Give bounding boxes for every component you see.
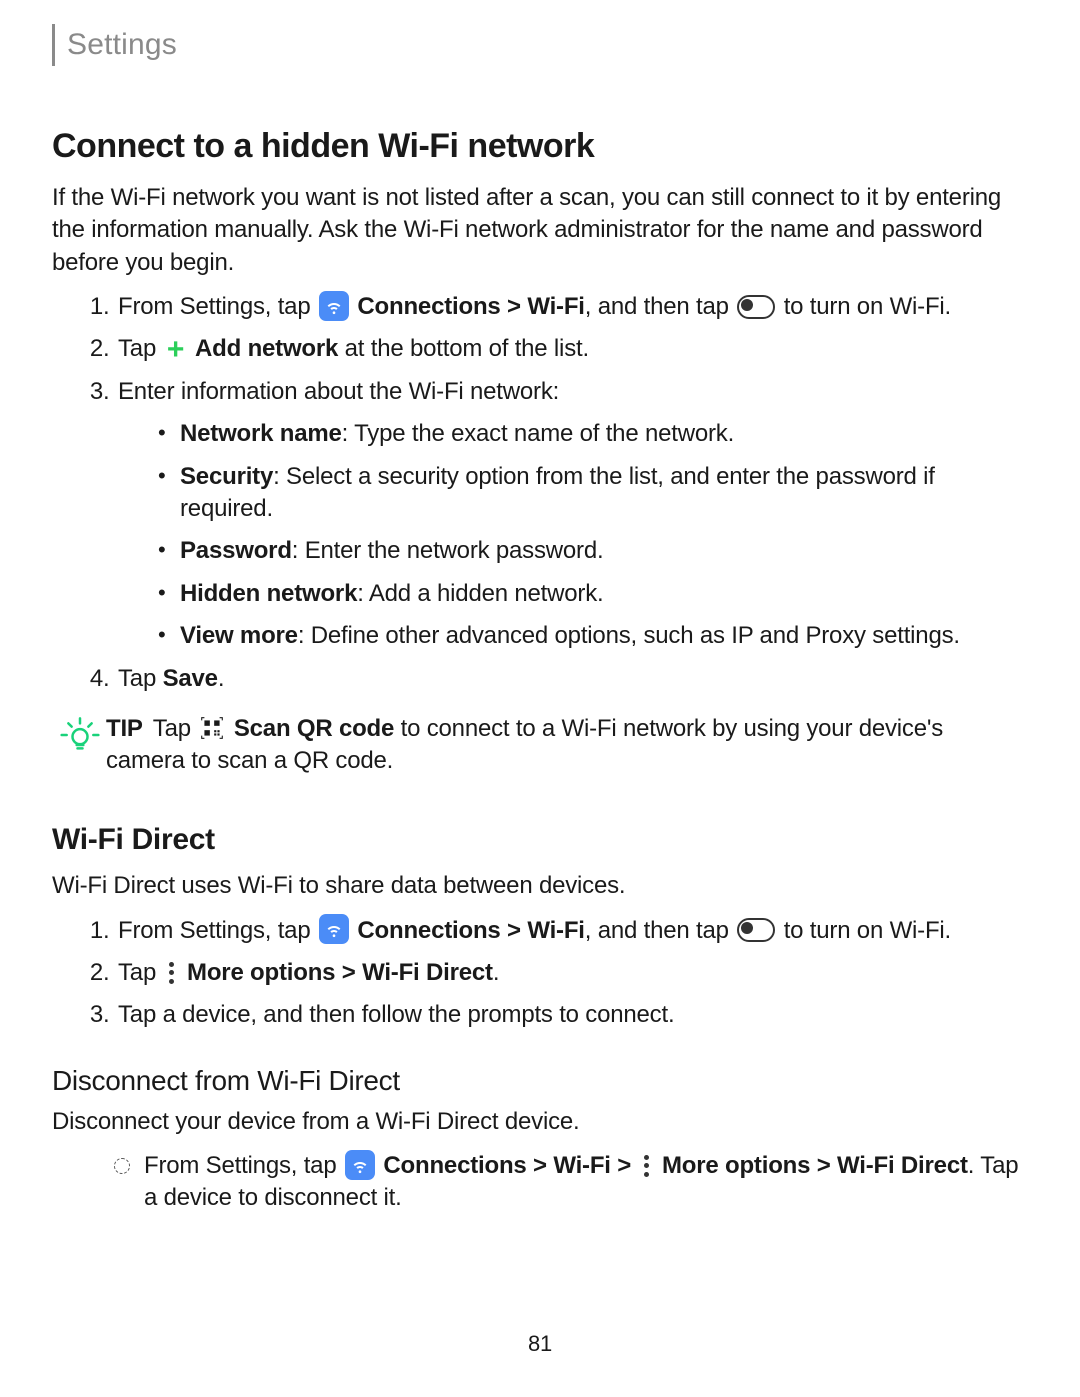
wifi-icon — [319, 291, 349, 321]
breadcrumb-bar — [52, 24, 55, 66]
toggle-icon — [737, 918, 775, 942]
section1-step3: Enter information about the Wi-Fi networ… — [116, 376, 1028, 653]
tip-block: TIP Tap Scan QR code to connect to a Wi-… — [52, 713, 1028, 778]
qr-code-icon — [199, 715, 225, 741]
section2-step1: From Settings, tap Connections > Wi-Fi, … — [116, 915, 1028, 947]
bullet-view-more: View more: Define other advanced options… — [158, 620, 1028, 652]
section2-steps: From Settings, tap Connections > Wi-Fi, … — [52, 915, 1028, 1032]
wifi-icon — [345, 1150, 375, 1180]
section3-intro: Disconnect your device from a Wi-Fi Dire… — [52, 1106, 1028, 1138]
bullet-security: Security: Select a security option from … — [158, 461, 1028, 526]
section2-step2: Tap More options > Wi-Fi Direct. — [116, 957, 1028, 989]
section1-bullets: Network name: Type the exact name of the… — [118, 418, 1028, 652]
section1-step1: From Settings, tap Connections > Wi-Fi, … — [116, 291, 1028, 323]
lightbulb-icon — [60, 715, 100, 755]
bullet-hidden-network: Hidden network: Add a hidden network. — [158, 578, 1028, 610]
toggle-icon — [737, 295, 775, 319]
bullet-password: Password: Enter the network password. — [158, 535, 1028, 567]
section2-step3: Tap a device, and then follow the prompt… — [116, 999, 1028, 1031]
section3-item: From Settings, tap Connections > Wi-Fi >… — [114, 1150, 1028, 1215]
section1-steps: From Settings, tap Connections > Wi-Fi, … — [52, 291, 1028, 695]
section-heading-hidden-wifi: Connect to a hidden Wi-Fi network — [52, 124, 1028, 170]
tip-label: TIP — [106, 715, 143, 742]
section1-step4: Tap Save. — [116, 663, 1028, 695]
tip-text: TIP Tap Scan QR code to connect to a Wi-… — [106, 713, 1028, 778]
bullet-network-name: Network name: Type the exact name of the… — [158, 418, 1028, 450]
section2-intro: Wi-Fi Direct uses Wi-Fi to share data be… — [52, 870, 1028, 902]
section-heading-disconnect: Disconnect from Wi-Fi Direct — [52, 1062, 1028, 1100]
breadcrumb-label: Settings — [67, 25, 177, 66]
section1-step2: Tap + Add network at the bottom of the l… — [116, 333, 1028, 365]
plus-icon: + — [165, 339, 187, 361]
section-heading-wifi-direct: Wi-Fi Direct — [52, 820, 1028, 861]
section3-list: From Settings, tap Connections > Wi-Fi >… — [52, 1150, 1028, 1215]
page-number: 81 — [0, 1329, 1080, 1359]
wifi-icon — [319, 914, 349, 944]
section1-intro: If the Wi-Fi network you want is not lis… — [52, 182, 1028, 279]
breadcrumb: Settings — [52, 24, 1028, 66]
more-options-icon — [165, 960, 179, 986]
more-options-icon — [640, 1153, 654, 1179]
